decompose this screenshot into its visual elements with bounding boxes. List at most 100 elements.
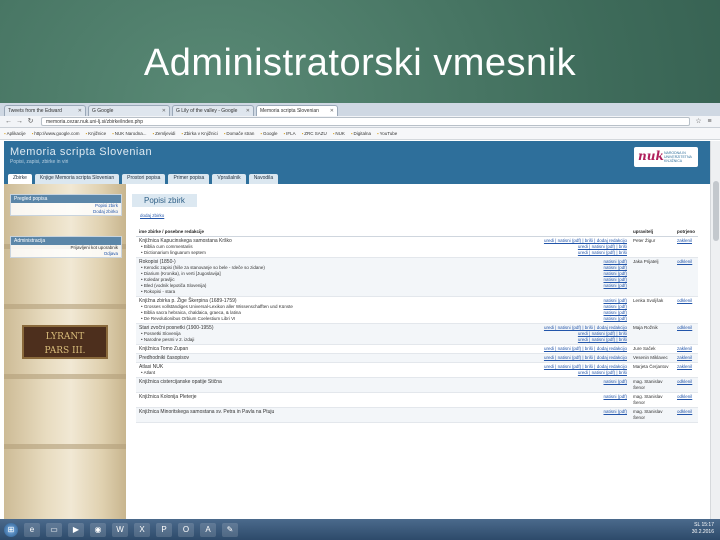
bookmark-item[interactable]: ▪Zemljevidi [153, 131, 176, 136]
action-links[interactable]: natisni (pdf) [511, 394, 627, 400]
bookmark-item[interactable]: ▪Digitalna [351, 131, 371, 136]
word-icon[interactable]: W [112, 522, 128, 537]
action-links[interactable]: uredi | natisni (pdf) | briši | dodaj re… [511, 346, 627, 352]
close-icon[interactable]: ✕ [162, 108, 166, 114]
collection-name[interactable]: Knjižnica Minoritskega samostana sv. Pet… [139, 409, 274, 415]
bookmark-item[interactable]: ▪NUK Narodna... [112, 131, 146, 136]
lock-toggle-link[interactable]: zaklenil [677, 364, 695, 370]
browser-tab[interactable]: Tweets from the Edward ✕ [4, 105, 86, 116]
browser-tab[interactable]: G Google ✕ [88, 105, 170, 116]
redaction-item[interactable]: • Rokopisi - stara [139, 289, 505, 295]
reload-icon[interactable]: ↻ [26, 117, 35, 126]
close-icon[interactable]: ✕ [78, 108, 82, 114]
lock-toggle-link[interactable]: odklenil [677, 394, 695, 400]
lock-toggle-link[interactable]: odklenil [677, 259, 695, 265]
start-button[interactable]: ⊞ [4, 522, 18, 537]
bookmark-label: IFLA [286, 131, 296, 136]
site-name[interactable]: Memoria scripta Slovenian [10, 146, 152, 158]
nav-tab-vprasalnik[interactable]: Vprašalnik [212, 174, 246, 184]
redaction-label: Kerodic zapisi (hiše za stanovanje so be… [143, 265, 265, 270]
back-icon[interactable]: ← [4, 117, 13, 126]
bookmark-icon: ▪ [301, 131, 304, 136]
redaction-label: Narodne pesmi v 2. izdaji [143, 337, 195, 342]
action-links[interactable]: uredi | natisni (pdf) | briši [511, 337, 627, 343]
collection-cell: Knjižnica cistercijanske opatije Stična [136, 377, 508, 393]
collection-cell: Knjižnica Kolonija Pleterje [136, 392, 508, 408]
bookmark-icon: ▪ [85, 131, 88, 136]
action-links[interactable]: uredi | natisni (pdf) | briši [511, 250, 627, 256]
acrobat-icon[interactable]: A [200, 522, 216, 537]
bookmark-item[interactable]: ▪Domače stran [224, 131, 255, 136]
collection-name[interactable]: Knjižnica Kolonija Pleterje [139, 394, 197, 400]
redaction-item[interactable]: • De Revolutionibus Orbium Coelestium Li… [139, 316, 505, 322]
bookmark-item[interactable]: ▪IFLA [284, 131, 296, 136]
redaction-item[interactable]: • Atlant [139, 370, 505, 376]
bookmark-label: Digitalna [353, 131, 371, 136]
bookmark-label: YouTube [379, 131, 398, 136]
system-tray[interactable]: SL 15:17 30.2.2016 [692, 522, 714, 536]
collection-name[interactable]: Knjižnica Tomo Zupan [139, 346, 188, 352]
action-links[interactable]: uredi | natisni (pdf) | briši | dodaj re… [511, 355, 627, 361]
media-icon[interactable]: ▶ [68, 522, 84, 537]
lock-toggle-link[interactable]: zaklenil [677, 346, 695, 352]
actions-cell: natisni (pdf) natisni (pdf) natisni (pdf) n… [508, 296, 630, 324]
logout-link[interactable]: Odjava [11, 251, 121, 257]
scrollbar-thumb[interactable] [713, 181, 719, 241]
nav-tab-zbirke[interactable]: Zbirke [8, 174, 32, 184]
manager-cell: Maja Rožnik [630, 323, 674, 345]
bookmark-item[interactable]: ▪ZRC SAZU [302, 131, 327, 136]
bookmark-item[interactable]: ▪Zbirka v Knjižnici [181, 131, 217, 136]
lock-toggle-link[interactable]: zaklenil [677, 238, 695, 244]
browser-tab[interactable]: G Lily of the valley - Google ✕ [172, 105, 254, 116]
action-links[interactable]: natisni (pdf) [511, 283, 627, 289]
lock-toggle-link[interactable]: odklenil [677, 379, 695, 385]
forward-icon[interactable]: → [15, 117, 24, 126]
bookmark-item[interactable]: ▪Google [260, 131, 277, 136]
action-links[interactable]: natisni (pdf) [511, 409, 627, 415]
bookmark-item[interactable]: ▪Aplikacije [4, 131, 26, 136]
close-icon[interactable]: ✕ [330, 108, 334, 114]
table-row: Atlasi NUK • Atlant uredi | natisni (pdf) … [136, 362, 698, 378]
lock-toggle-link[interactable]: odklenil [677, 409, 695, 415]
menu-icon[interactable]: ≡ [705, 117, 714, 126]
add-collection-link[interactable]: dodaj zbirko [140, 213, 164, 218]
nav-tab-knjige[interactable]: Knjige Memoria scripta Slovenian [34, 174, 120, 184]
excel-icon[interactable]: X [134, 522, 150, 537]
collection-name[interactable]: Predhodniki časopisov [139, 355, 189, 361]
action-links[interactable]: natisni (pdf) [511, 379, 627, 385]
url-input[interactable]: memoria.cezar.nuk.uni-lj.si/zbirke/index… [41, 117, 690, 126]
lock-toggle-link[interactable]: zaklenil [677, 355, 695, 361]
nav-tab-prostori[interactable]: Prostori popisa [122, 174, 166, 184]
close-icon[interactable]: ✕ [246, 108, 250, 114]
sidebar-box-title: Pregled popisa [11, 195, 121, 203]
bookmark-item[interactable]: ▪NUK [333, 131, 345, 136]
main-content: Popisi zbirk dodaj zbirko ime zbirke / p… [132, 184, 700, 519]
redaction-item[interactable]: • Narodne pesmi v 2. izdaji [139, 337, 505, 343]
outlook-icon[interactable]: O [178, 522, 194, 537]
nav-tab-navodila[interactable]: Navodila [248, 174, 279, 184]
action-links[interactable]: natisni (pdf) [511, 316, 627, 322]
lock-toggle-link[interactable]: odklenil [677, 298, 695, 304]
bookmark-item[interactable]: ▪YouTube [377, 131, 397, 136]
actions-cell: uredi | natisni (pdf) | briši | dodaj re… [508, 323, 630, 345]
bookmark-item[interactable]: ▪http://www.google.com [32, 131, 80, 136]
action-links[interactable]: uredi | natisni (pdf) | briši [511, 370, 627, 376]
chrome-icon[interactable]: ◉ [90, 522, 106, 537]
bookmark-label: ZRC SAZU [304, 131, 327, 136]
collection-name[interactable]: Knjižnica cistercijanske opatije Stična [139, 379, 222, 385]
paint-icon[interactable]: ✎ [222, 522, 238, 537]
browser-tab-active[interactable]: Memoria scripta Slovenian ✕ [256, 105, 338, 116]
powerpoint-icon[interactable]: P [156, 522, 172, 537]
status-cell: zaklenil [674, 236, 698, 258]
ie-icon[interactable]: e [24, 522, 40, 537]
sidebar-link[interactable]: Dodaj zbirko [11, 209, 121, 215]
redaction-item[interactable]: • Dictionarium linguarum septem [139, 250, 505, 256]
bookmark-item[interactable]: ▪Knjižnice [86, 131, 107, 136]
star-icon[interactable]: ☆ [694, 117, 703, 126]
nuk-logo[interactable]: nuk NARODNA IN UNIVERZITETNA KNJIŽNICA [634, 147, 698, 167]
scrollbar[interactable] [710, 141, 720, 519]
lock-toggle-link[interactable]: odklenil [677, 325, 695, 331]
nav-tab-primer[interactable]: Primer popisa [168, 174, 210, 184]
explorer-icon[interactable]: ▭ [46, 522, 62, 537]
tab-label: G Lily of the valley - Google [176, 108, 238, 114]
